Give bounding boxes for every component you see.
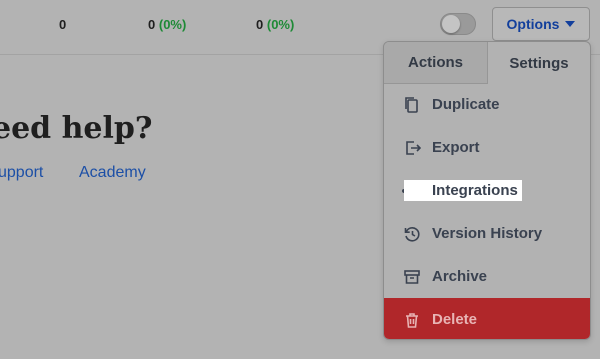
page-heading: eed help?: [0, 111, 153, 146]
stat-1-value: 0: [59, 17, 67, 32]
stat-3-percent: (0%): [266, 17, 295, 32]
menu-item-label: Archive: [432, 268, 488, 285]
tab-settings[interactable]: Settings: [488, 42, 590, 84]
stat-2-percent: (0%): [158, 17, 187, 32]
dropdown-tabs: Actions Settings: [384, 42, 590, 84]
menu-item-label: Integrations: [432, 182, 518, 199]
support-link[interactable]: upport: [0, 164, 43, 182]
options-dropdown: Actions Settings Duplicate Export Integr…: [383, 41, 591, 340]
menu-item-label: Delete: [432, 311, 478, 328]
menu-item-version-history[interactable]: Version History: [384, 212, 590, 255]
stat-3: 0 (0%): [256, 17, 294, 32]
options-button[interactable]: Options: [492, 7, 590, 41]
menu-item-duplicate[interactable]: Duplicate: [384, 83, 590, 126]
toggle-knob: [442, 15, 460, 33]
duplicate-icon: [402, 95, 422, 115]
academy-link[interactable]: Academy: [79, 164, 146, 182]
menu-item-archive[interactable]: Archive: [384, 255, 590, 298]
stat-3-value: 0: [256, 17, 264, 32]
options-button-label: Options: [506, 16, 560, 32]
highlight-box: Integrations: [404, 180, 522, 201]
menu-item-label: Duplicate: [432, 96, 500, 113]
trash-icon: [402, 310, 422, 330]
tab-actions[interactable]: Actions: [384, 42, 488, 84]
stat-2: 0 (0%): [148, 17, 186, 32]
caret-down-icon: [565, 21, 576, 27]
menu-item-label: Export: [432, 139, 480, 156]
menu-item-integrations[interactable]: Integrations: [384, 169, 590, 212]
stat-2-value: 0: [148, 17, 156, 32]
menu-item-delete[interactable]: Delete: [384, 298, 590, 339]
archive-icon: [402, 267, 422, 287]
stat-1: 0: [59, 17, 66, 32]
toggle-switch[interactable]: [440, 13, 476, 35]
history-icon: [402, 224, 422, 244]
export-icon: [402, 138, 422, 158]
menu-item-export[interactable]: Export: [384, 126, 590, 169]
menu-item-label: Version History: [432, 225, 543, 242]
